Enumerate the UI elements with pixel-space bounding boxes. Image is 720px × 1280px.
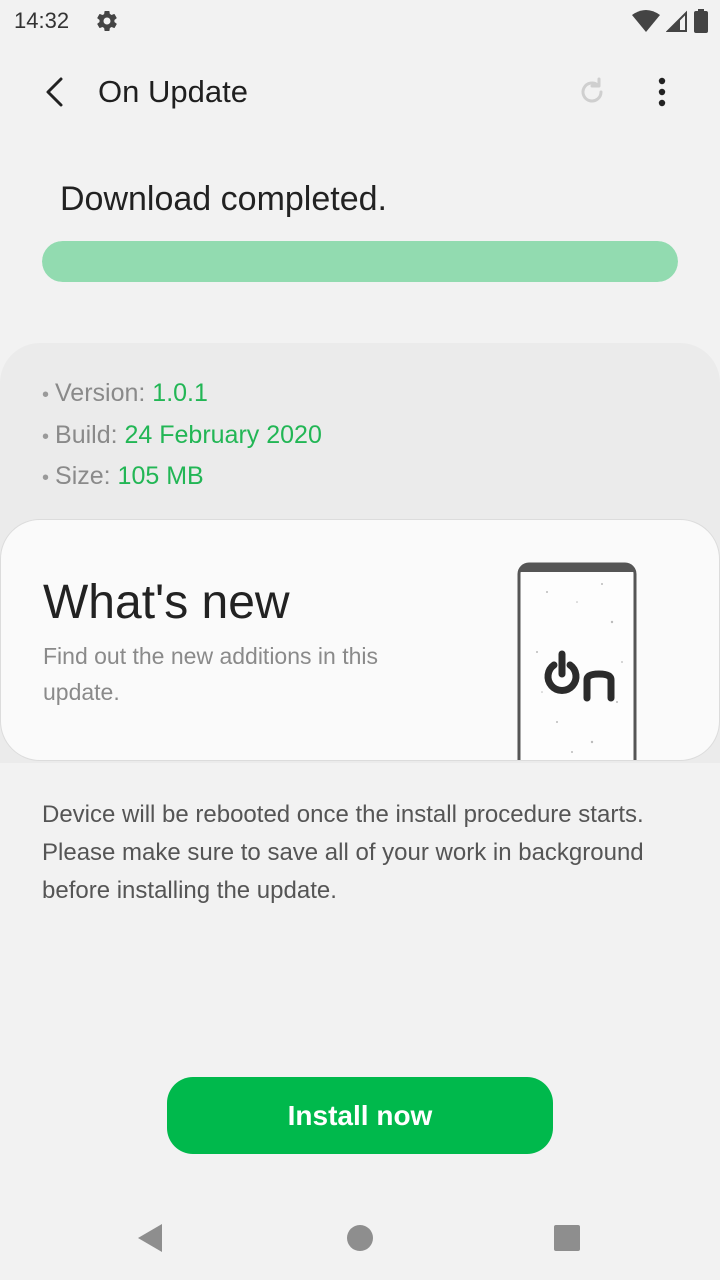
build-value: 24 February 2020 (124, 420, 322, 449)
install-now-button[interactable]: Install now (167, 1077, 553, 1154)
info-version: • Version: 1.0.1 (42, 374, 322, 416)
nav-recents-button[interactable] (545, 1218, 589, 1258)
info-size: • Size: 105 MB (42, 457, 322, 499)
back-button[interactable] (30, 72, 80, 112)
phone-illustration-icon (517, 562, 637, 760)
download-progress-fill (42, 241, 678, 282)
version-value: 1.0.1 (152, 379, 208, 407)
update-info-list: • Version: 1.0.1 • Build: 24 February 2020… (42, 374, 322, 499)
whats-new-title: What's new (43, 576, 290, 629)
bullet-icon: • (42, 467, 50, 489)
more-options-button[interactable] (640, 72, 684, 112)
build-label: Build: (55, 420, 125, 449)
nav-recents-icon (554, 1225, 580, 1251)
app-bar: On Update (0, 60, 720, 124)
screen: 14:32 On Update Download completed. • Ve… (0, 0, 720, 1280)
back-arrow-icon (46, 77, 63, 107)
wifi-icon (632, 10, 660, 32)
size-label: Size: (55, 462, 118, 490)
reboot-notice: Device will be rebooted once the install… (42, 801, 644, 904)
nav-back-button[interactable] (128, 1218, 172, 1258)
status-right-icons (632, 8, 708, 34)
version-label: Version: (55, 379, 153, 407)
size-value: 105 MB (117, 462, 204, 490)
more-vert-icon (658, 77, 666, 107)
gear-icon (97, 11, 117, 32)
info-build: • Build: 24 February 2020 (42, 416, 322, 458)
status-bar: 14:32 (0, 0, 720, 44)
bullet-icon: • (42, 425, 50, 448)
nav-home-button[interactable] (338, 1218, 382, 1258)
nav-back-icon (138, 1224, 162, 1252)
battery-icon (694, 9, 708, 33)
refresh-icon (581, 77, 603, 103)
whats-new-card[interactable]: What's new Find out the new additions in… (0, 519, 720, 761)
navigation-bar (0, 1200, 720, 1280)
nav-home-icon (347, 1225, 373, 1251)
download-progress-bar (42, 241, 678, 282)
bullet-icon: • (42, 384, 50, 406)
whats-new-subtitle: Find out the new additions in this updat… (43, 643, 378, 705)
refresh-button[interactable] (570, 72, 614, 112)
cell-signal-icon (666, 10, 687, 32)
status-time: 14:32 (14, 8, 70, 33)
download-status-title: Download completed. (60, 180, 387, 218)
page-title: On Update (98, 74, 248, 109)
